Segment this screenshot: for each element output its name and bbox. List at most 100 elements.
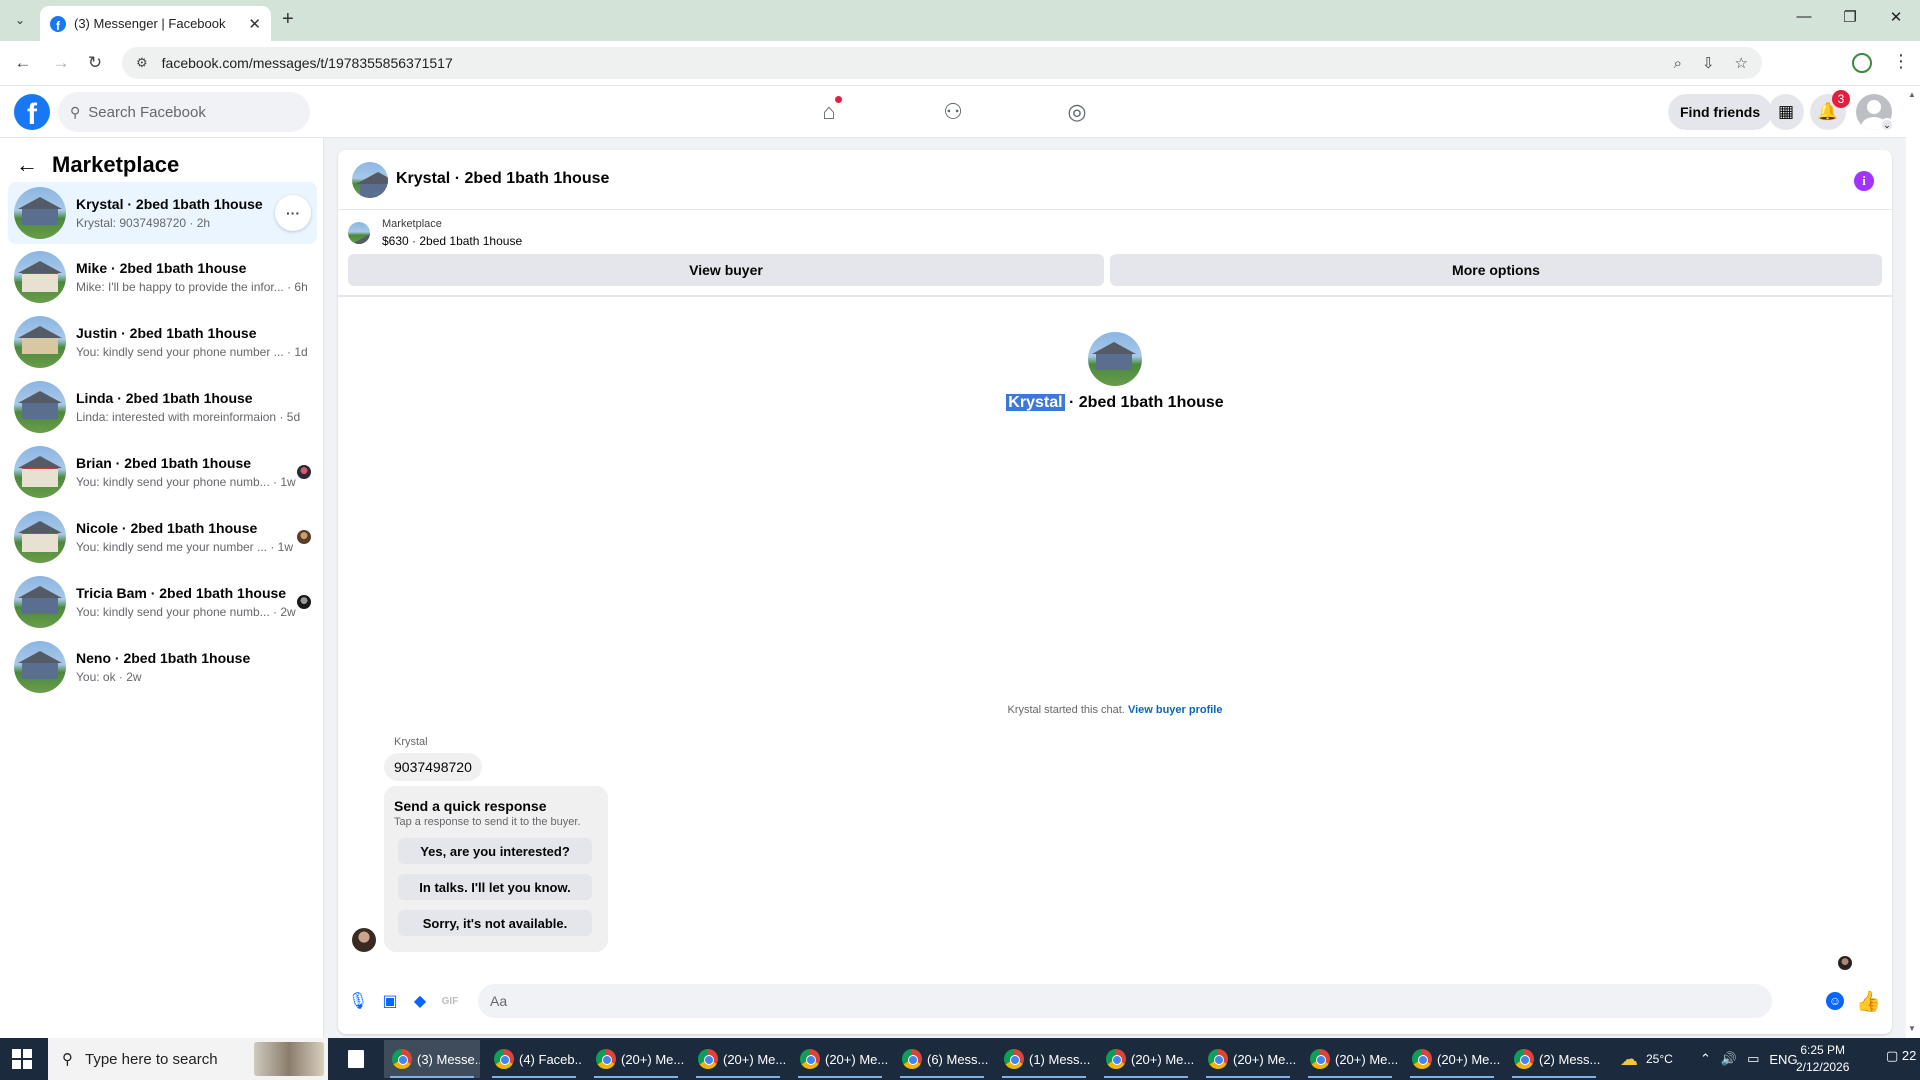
more-options-button[interactable]: More options: [1110, 254, 1882, 286]
scroll-up-icon[interactable]: ▲: [1908, 90, 1916, 99]
minimize-icon[interactable]: —: [1792, 8, 1816, 25]
install-app-icon[interactable]: ⇩: [1702, 54, 1715, 72]
chat-started-notice: Krystal started this chat. View buyer pr…: [338, 704, 1892, 716]
conversation-preview: You: kindly send your phone number ... ·…: [76, 345, 308, 359]
groups-icon[interactable]: ◎: [1062, 98, 1092, 126]
scroll-down-icon[interactable]: ▼: [1908, 1024, 1916, 1033]
message-input[interactable]: [478, 984, 1772, 1018]
view-buyer-profile-link[interactable]: View buyer profile: [1128, 704, 1223, 716]
friends-icon[interactable]: ⚇: [938, 98, 968, 126]
taskbar-chrome-window[interactable]: (4) Faceb...: [486, 1040, 582, 1078]
chat-header-avatar[interactable]: [352, 162, 388, 198]
browser-tab-messenger[interactable]: f (3) Messenger | Facebook ✕: [40, 6, 271, 41]
back-arrow-icon[interactable]: ←: [16, 152, 38, 178]
photo-attach-icon[interactable]: ▣: [380, 991, 400, 1011]
page-scrollbar[interactable]: ▲ ▼: [1906, 86, 1920, 1038]
menu-grid-icon[interactable]: ▦: [1768, 94, 1804, 130]
home-icon[interactable]: ⌂: [814, 96, 844, 126]
url-text[interactable]: facebook.com/messages/t/1978355856371517: [162, 55, 1654, 71]
network-icon[interactable]: ▭: [1747, 1051, 1759, 1067]
conversation-item[interactable]: Justin · 2bed 1bath 1house You: kindly s…: [8, 311, 317, 373]
language-indicator[interactable]: ENG: [1769, 1052, 1797, 1067]
weather-icon: ☁: [1620, 1048, 1638, 1069]
facebook-header: f ⚲ ⌂ ⚇ ◎ Find friends ▦ 🔔 3 ⌄: [0, 86, 1920, 138]
zoom-icon[interactable]: ⌕: [1674, 55, 1682, 72]
emoji-icon[interactable]: ☺: [1826, 992, 1844, 1010]
taskbar-window-label: (2) Mess...: [1539, 1051, 1601, 1067]
microphone-icon[interactable]: 🎙: [348, 991, 368, 1011]
conversation-preview: Linda: interested with moreinformaion · …: [76, 410, 301, 424]
listing-banner[interactable]: Marketplace $630 · 2bed 1bath 1house: [348, 218, 1882, 248]
search-highlight-image: [254, 1042, 324, 1076]
conversation-item[interactable]: Tricia Bam · 2bed 1bath 1house You: kind…: [8, 571, 317, 633]
thumbs-up-icon[interactable]: 👍: [1856, 989, 1881, 1014]
file-explorer-icon[interactable]: [348, 1050, 364, 1068]
conversation-item[interactable]: Nicole · 2bed 1bath 1house You: kindly s…: [8, 506, 317, 568]
taskbar-chrome-window[interactable]: (1) Mess...: [996, 1040, 1092, 1078]
windows-start-icon[interactable]: [12, 1049, 32, 1069]
taskbar-window-label: (20+) Me...: [1335, 1051, 1398, 1067]
tab-search-chevron-icon[interactable]: ⌄: [9, 9, 31, 31]
sidebar-title: Marketplace: [52, 152, 180, 177]
taskbar-chrome-window[interactable]: (20+) Me...: [690, 1040, 786, 1078]
taskbar-window-label: (20+) Me...: [1233, 1051, 1296, 1067]
notification-center-icon[interactable]: ▢ 22: [1886, 1048, 1916, 1064]
weather-widget[interactable]: ☁ 25°C: [1620, 1038, 1673, 1080]
restore-icon[interactable]: ❐: [1838, 8, 1862, 26]
taskbar-chrome-window[interactable]: (20+) Me...: [1404, 1040, 1500, 1078]
conversation-sidebar: ← Marketplace Krystal · 2bed 1bath 1hous…: [0, 138, 324, 1038]
reload-icon[interactable]: ↻: [84, 53, 106, 73]
tab-close-icon[interactable]: ✕: [248, 15, 261, 33]
conversation-item[interactable]: Neno · 2bed 1bath 1house You: ok · 2w: [8, 636, 317, 698]
site-info-icon[interactable]: ⚙: [136, 55, 148, 71]
quick-response-option[interactable]: Yes, are you interested?: [398, 838, 592, 864]
address-bar[interactable]: ⚙ facebook.com/messages/t/19783558563715…: [122, 47, 1762, 79]
taskbar-chrome-window[interactable]: (20+) Me...: [1098, 1040, 1194, 1078]
bookmark-star-icon[interactable]: ☆: [1735, 54, 1748, 72]
conversation-more-icon[interactable]: ···: [275, 195, 311, 231]
taskbar-chrome-window[interactable]: (6) Mess...: [894, 1040, 990, 1078]
back-arrow-icon[interactable]: ←: [12, 53, 34, 73]
search-icon: ⚲: [62, 1051, 73, 1068]
new-tab-icon[interactable]: +: [282, 8, 294, 31]
message-bubble[interactable]: 9037498720: [384, 753, 482, 781]
taskbar-clock[interactable]: 6:25 PM 2/12/2026: [1796, 1042, 1849, 1076]
conversation-item[interactable]: Linda · 2bed 1bath 1house Linda: interes…: [8, 376, 317, 438]
taskbar-window-label: (20+) Me...: [621, 1051, 684, 1067]
chat-header-name[interactable]: Krystal · 2bed 1bath 1house: [396, 170, 609, 188]
conversation-title-rest: · 2bed 1bath 1house: [1064, 394, 1224, 411]
conversation-item[interactable]: Mike · 2bed 1bath 1house Mike: I'll be h…: [8, 246, 317, 308]
taskbar-window-label: (20+) Me...: [1131, 1051, 1194, 1067]
taskbar-chrome-window[interactable]: (20+) Me...: [588, 1040, 684, 1078]
find-friends-button[interactable]: Find friends: [1668, 94, 1773, 130]
gif-icon[interactable]: GIF: [440, 991, 460, 1011]
taskbar-chrome-window[interactable]: (2) Mess...: [1506, 1040, 1602, 1078]
notifications-bell-icon[interactable]: 🔔 3: [1810, 90, 1850, 130]
tray-chevron-icon[interactable]: ⌃: [1700, 1051, 1711, 1067]
volume-icon[interactable]: 🔊: [1721, 1051, 1737, 1067]
quick-response-option[interactable]: Sorry, it's not available.: [398, 910, 592, 936]
buyer-avatar[interactable]: [352, 928, 376, 952]
taskbar-chrome-window[interactable]: (20+) Me...: [792, 1040, 888, 1078]
conversation-item[interactable]: Brian · 2bed 1bath 1house You: kindly se…: [8, 441, 317, 503]
taskbar-search[interactable]: ⚲ Type here to search: [48, 1038, 328, 1080]
close-window-icon[interactable]: ✕: [1884, 8, 1908, 26]
taskbar-chrome-window[interactable]: (3) Messe...: [384, 1040, 480, 1078]
browser-menu-icon[interactable]: ⋮: [1892, 51, 1910, 72]
info-icon[interactable]: i: [1854, 171, 1874, 191]
account-chevron-icon[interactable]: ⌄: [1880, 118, 1894, 132]
taskbar-chrome-window[interactable]: (20+) Me...: [1200, 1040, 1296, 1078]
sticker-icon[interactable]: ◆: [410, 991, 430, 1011]
facebook-search[interactable]: ⚲: [58, 92, 310, 132]
facebook-logo-icon[interactable]: f: [14, 94, 50, 130]
view-buyer-button[interactable]: View buyer: [348, 254, 1104, 286]
quick-response-option[interactable]: In talks. I'll let you know.: [398, 874, 592, 900]
facebook-favicon-icon: f: [50, 15, 66, 32]
listing-thumbnail: [14, 251, 66, 303]
facebook-search-input[interactable]: [88, 103, 289, 121]
forward-arrow-icon[interactable]: →: [50, 53, 72, 73]
taskbar-chrome-window[interactable]: (20+) Me...: [1302, 1040, 1398, 1078]
browser-profile-icon[interactable]: [1852, 53, 1872, 73]
browser-toolbar: ← → ↻ ⚙ facebook.com/messages/t/19783558…: [0, 41, 1920, 86]
conversation-item[interactable]: Krystal · 2bed 1bath 1house Krystal: 903…: [8, 182, 317, 244]
